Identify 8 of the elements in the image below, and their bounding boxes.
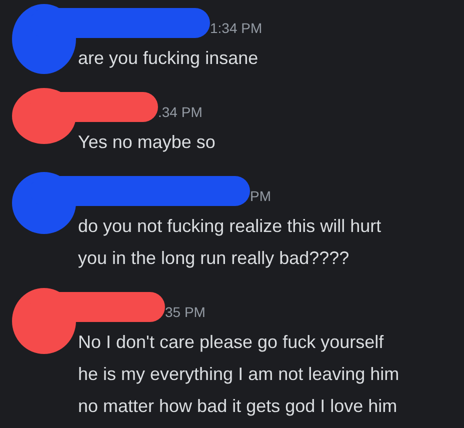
timestamp: 35 PM: [165, 304, 206, 320]
message-text: do you not fucking realize this will hurt you in the long run really bad????: [78, 215, 382, 270]
message-text: Yes no maybe so: [78, 131, 216, 154]
timestamp: PM: [250, 188, 271, 204]
message-text: are you fucking insane: [78, 47, 260, 70]
message-text: No I don't care please go fuck yourself he is my everything I am not leaving him no matter how bad it gets god I love him: [78, 331, 400, 418]
timestamp: 1:34 PM: [210, 20, 262, 36]
timestamp: .34 PM: [158, 104, 202, 120]
